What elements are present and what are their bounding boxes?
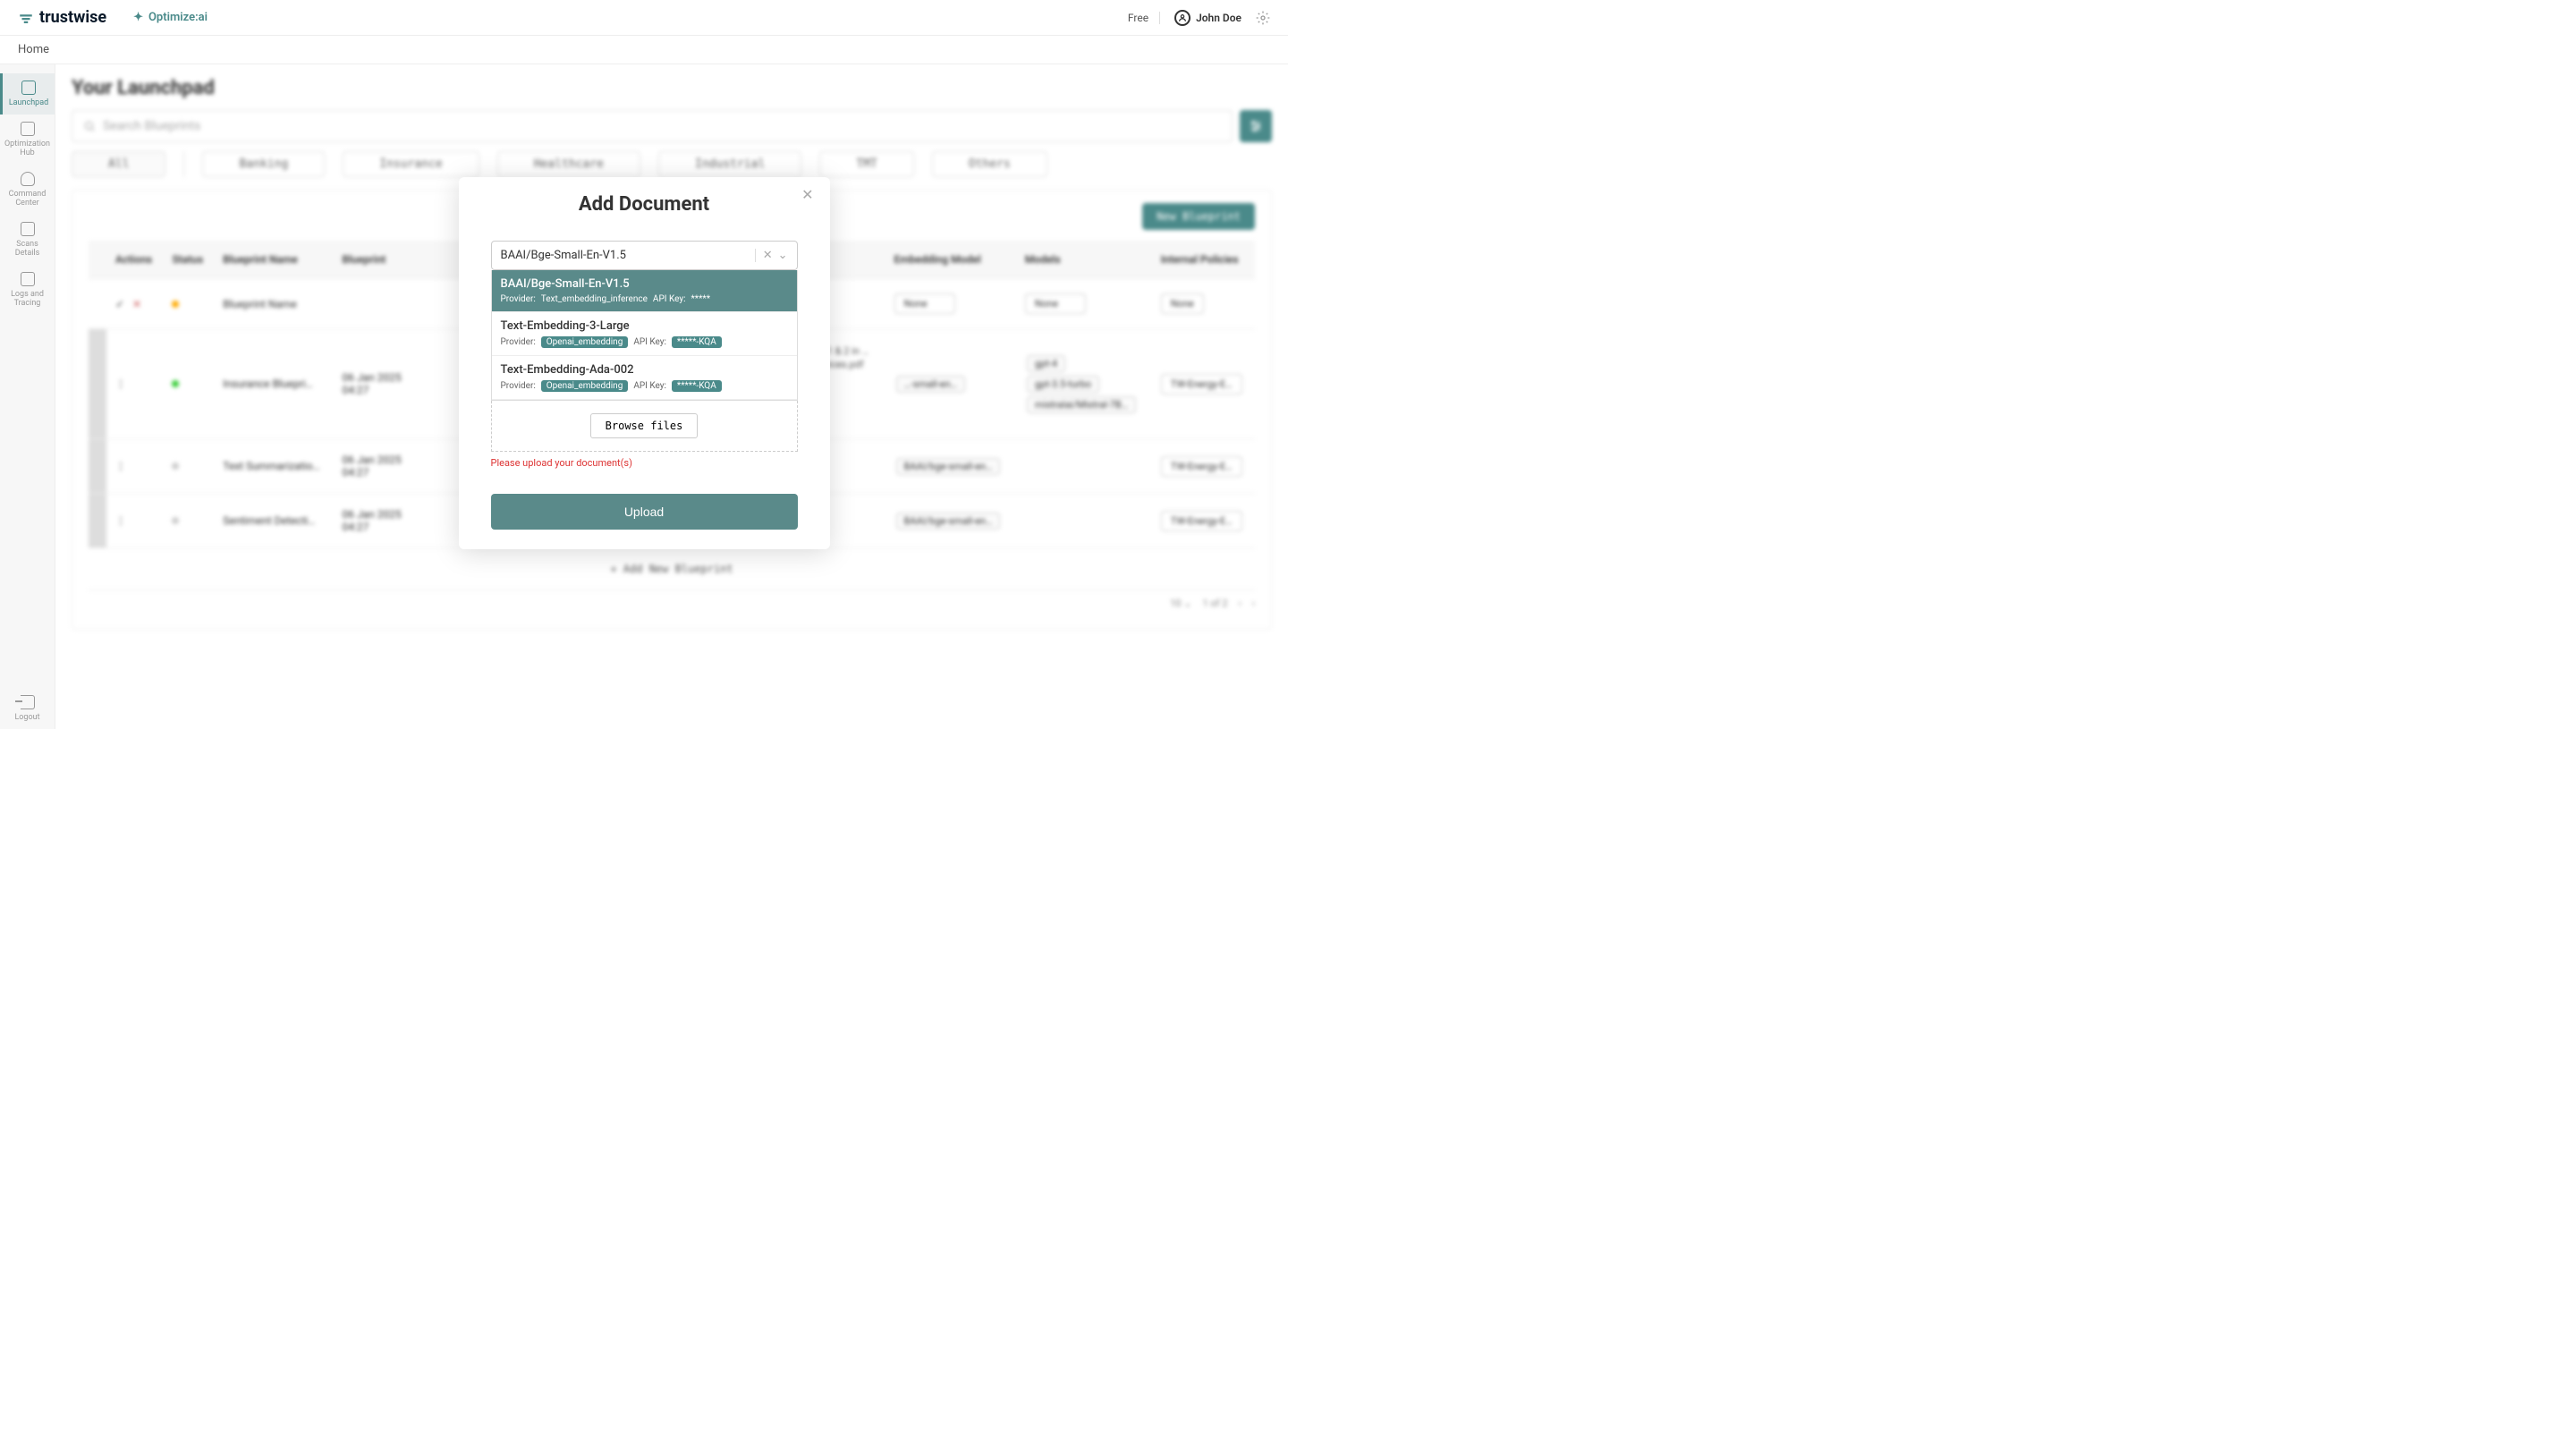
sidebar: Launchpad Optimization Hub Command Cente… [0,64,55,729]
row-menu-icon[interactable]: ⋮ [115,514,126,527]
browse-files-button[interactable]: Browse files [590,413,699,438]
filter-button[interactable] [1240,110,1272,142]
row-menu-icon[interactable]: ⋮ [115,378,126,390]
user-avatar-icon [1174,10,1191,26]
pagination: 10 ⌄ 1 of 2 ‹ › [89,590,1255,616]
grid-icon [21,81,36,95]
shield-icon [21,172,35,186]
tab-others[interactable]: Others [932,151,1047,177]
add-new-blueprint-row[interactable]: + Add New Blueprint [89,548,1255,590]
category-tabs: All Banking Insurance Healthcare Industr… [72,151,1272,177]
clear-icon[interactable]: ✕ [763,249,773,262]
tab-tmt[interactable]: TMT [819,151,913,177]
new-blueprint-button[interactable]: New Blueprint [1142,203,1255,230]
sparkle-icon: ✦ [133,11,143,24]
settings-icon[interactable] [1256,11,1270,25]
prev-page[interactable]: ‹ [1238,598,1241,609]
tab-insurance[interactable]: Insurance [343,151,479,177]
chevron-down-icon[interactable]: ⌄ [778,249,788,262]
sidebar-item-command-center[interactable]: Command Center [0,165,55,215]
close-icon[interactable]: ✕ [801,186,813,203]
upload-button[interactable]: Upload [491,494,798,530]
tab-healthcare[interactable]: Healthcare [497,151,640,177]
next-page[interactable]: › [1252,598,1255,609]
tab-banking[interactable]: Banking [202,151,325,177]
tab-all[interactable]: All [72,151,165,177]
status-dot [172,462,179,470]
user-menu[interactable]: John Doe [1174,10,1241,26]
hub-icon [21,122,35,136]
col-models: Models [1016,241,1152,279]
col-blueprint: Blueprint [334,241,414,279]
search-input[interactable]: Search Blueprints [72,110,1233,142]
col-actions: Actions [106,241,163,279]
upload-error-message: Please upload your document(s) [491,457,798,469]
sidebar-item-logs-tracing[interactable]: Logs and Tracing [0,265,55,315]
embedding-dropdown: BAAI/Bge-Small-En-V1.5 Provider: Text_em… [491,270,798,401]
sidebar-item-scans-details[interactable]: Scans Details [0,215,55,265]
page-info: 1 of 2 [1202,598,1227,609]
status-dot [172,301,179,308]
confirm-icon[interactable]: ✓ [115,298,124,310]
logs-icon [21,272,35,286]
header: trustwise ✦ Optimize:ai Free John Doe [0,0,1288,36]
add-document-modal: ✕ Add Document BAAI/Bge-Small-En-V1.5 ✕ … [459,177,830,549]
cancel-icon[interactable]: ✕ [132,298,141,310]
breadcrumb-home[interactable]: Home [18,43,49,56]
sidebar-item-optimization-hub[interactable]: Optimization Hub [0,115,55,165]
status-dot [172,380,179,387]
dropdown-option[interactable]: Text-Embedding-3-Large Provider: Openai_… [492,312,797,356]
file-dropzone[interactable]: Browse files [491,401,798,452]
dropdown-option[interactable]: BAAI/Bge-Small-En-V1.5 Provider: Text_em… [492,270,797,312]
breadcrumb: Home [0,36,1288,64]
row-edit-handle[interactable] [89,494,106,548]
col-internal-policies: Internal Policies [1152,241,1255,279]
page-title: Your Launchpad [72,77,1272,99]
scan-icon [21,222,35,236]
tab-industrial[interactable]: Industrial [658,151,801,177]
modal-title: Add Document [459,193,830,216]
row-menu-icon[interactable]: ⋮ [115,460,126,472]
search-icon [83,120,96,132]
sidebar-item-logout[interactable]: Logout [0,688,55,729]
select-value: BAAI/Bge-Small-En-V1.5 [501,249,755,262]
sidebar-item-launchpad[interactable]: Launchpad [0,73,55,115]
brand-logo[interactable]: trustwise [18,8,106,27]
plan-badge: Free [1128,12,1160,24]
sliders-icon [1249,119,1263,133]
col-status: Status [163,241,214,279]
row-edit-handle[interactable] [89,329,106,439]
col-blueprint-name: Blueprint Name [214,241,333,279]
row-edit-handle[interactable] [89,439,106,494]
optimize-ai-link[interactable]: ✦ Optimize:ai [133,11,208,24]
page-size[interactable]: 10 ⌄ [1170,598,1191,609]
dropdown-option[interactable]: Text-Embedding-Ada-002 Provider: Openai_… [492,356,797,400]
embedding-select[interactable]: BAAI/Bge-Small-En-V1.5 ✕ ⌄ [491,241,798,270]
trustwise-icon [18,10,34,26]
col-embedding-model: Embedding Model [886,241,1016,279]
status-dot [172,517,179,524]
brand-text: trustwise [39,8,106,27]
logout-icon [21,695,35,709]
